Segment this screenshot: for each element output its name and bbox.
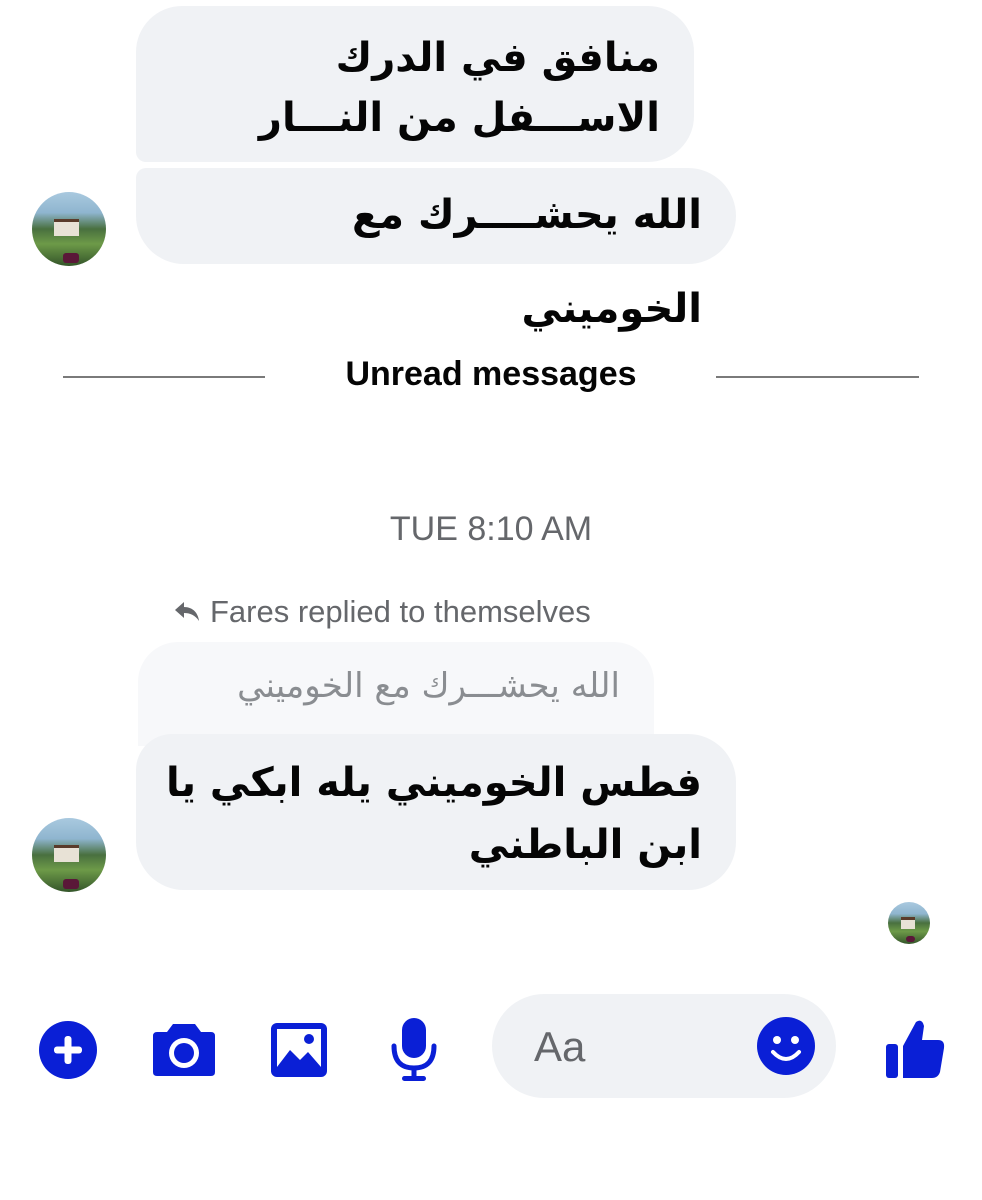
camera-icon[interactable] [151, 1020, 217, 1078]
message-text: منافق في الدرك الاســـفل من النـــار [258, 35, 660, 141]
microphone-icon[interactable] [388, 1016, 440, 1082]
avatar-photo-badge [905, 936, 915, 943]
divider-line-left [63, 376, 265, 378]
image-icon[interactable] [270, 1022, 328, 1078]
divider-line-right [716, 376, 919, 378]
message-timestamp: TUE 8:10 AM [389, 510, 593, 548]
message-composer[interactable] [492, 994, 836, 1098]
unread-messages-label: Unread messages [345, 355, 637, 393]
reply-note: Fares replied to themselves [172, 592, 591, 632]
message-bubble[interactable]: منافق في الدرك الاســـفل من النـــار [136, 6, 694, 162]
sender-avatar[interactable] [32, 818, 106, 892]
reply-arrow-icon [175, 602, 199, 621]
thumbs-up-icon[interactable] [884, 1016, 946, 1080]
sender-avatar[interactable] [32, 192, 106, 266]
avatar-photo-house [54, 844, 80, 863]
seen-receipt-avatar [888, 902, 930, 944]
avatar-photo-house [900, 917, 915, 929]
plus-icon[interactable] [38, 1020, 98, 1080]
emoji-icon[interactable] [756, 1016, 816, 1076]
quoted-message-text: الله يحشـــرك مع الخوميني [237, 666, 620, 706]
message-text: فطس الخوميني يله ابكي يا ابن الباطني [165, 760, 702, 868]
avatar-photo-house [54, 218, 80, 237]
avatar-photo-badge [63, 878, 80, 890]
message-input[interactable] [532, 1020, 736, 1074]
message-bubble[interactable]: فطس الخوميني يله ابكي يا ابن الباطني [136, 734, 736, 890]
reply-note-text: Fares replied to themselves [210, 594, 591, 629]
quoted-message[interactable]: الله يحشـــرك مع الخوميني [138, 642, 654, 746]
message-bubble[interactable]: الله يحشــــرك مع الخوميني [136, 168, 736, 332]
avatar-photo-badge [63, 252, 80, 264]
message-text: الله يحشــــرك مع الخوميني [351, 192, 702, 332]
